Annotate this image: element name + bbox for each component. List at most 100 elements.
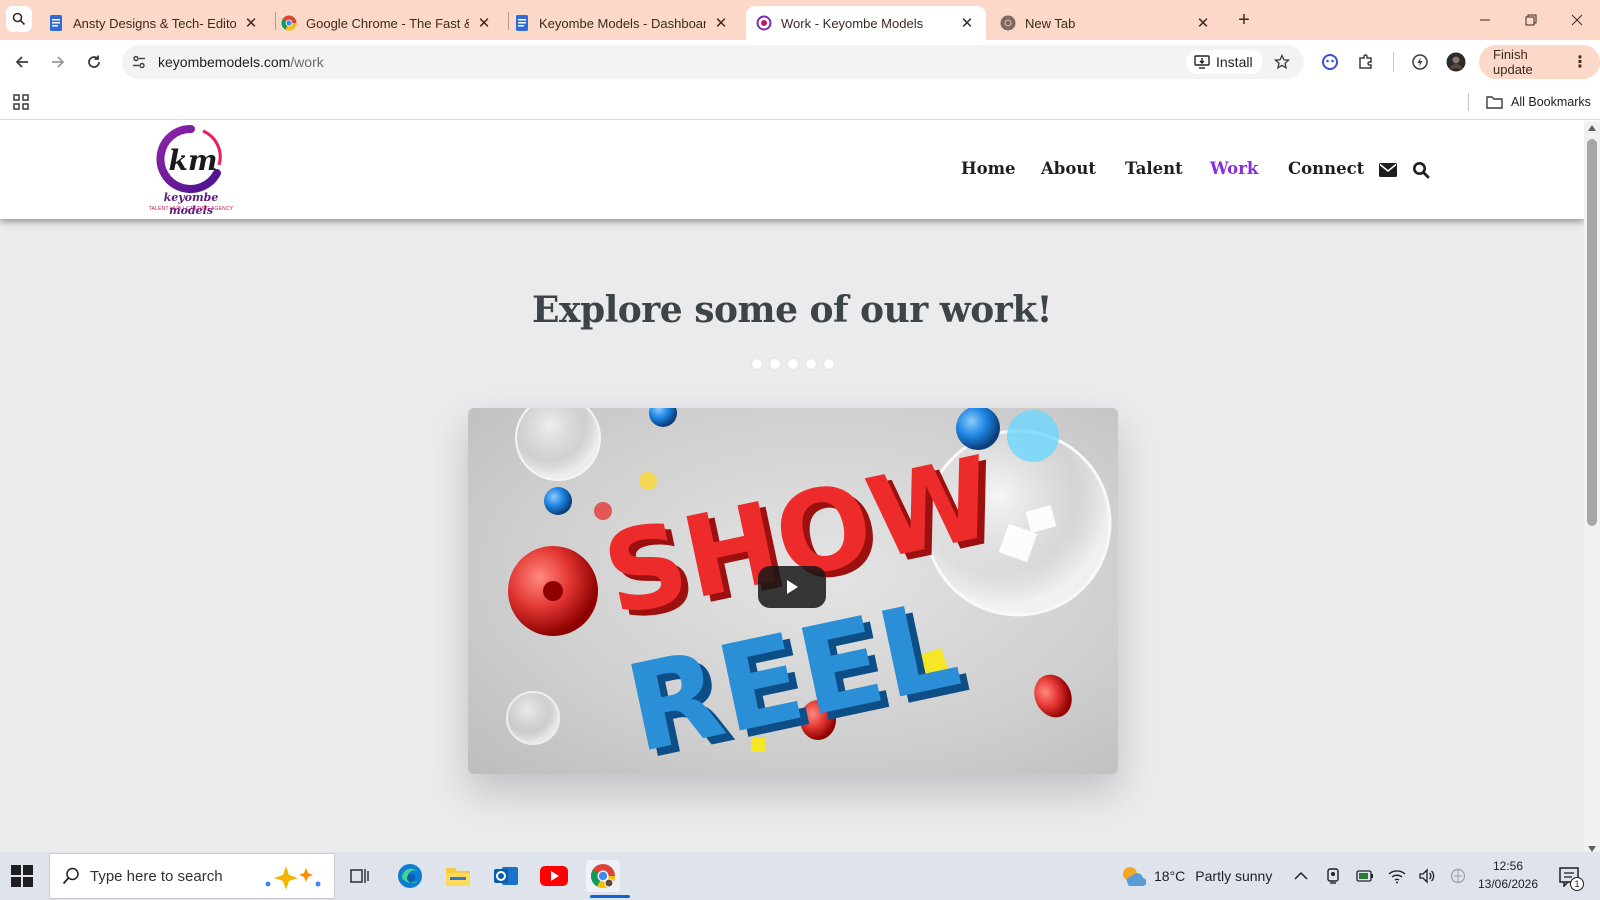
doc-icon	[48, 15, 64, 31]
play-button[interactable]	[758, 566, 826, 608]
wifi-icon[interactable]	[1388, 867, 1406, 885]
bookmark-star-icon[interactable]	[1272, 52, 1292, 72]
bookmarks-bar: All Bookmarks	[0, 84, 1600, 120]
language-icon[interactable]	[1449, 867, 1467, 885]
envelope-icon[interactable]	[1379, 161, 1397, 179]
extensions-puzzle-icon[interactable]	[1354, 50, 1378, 74]
close-window-button[interactable]	[1554, 0, 1600, 40]
tab-title: New Tab	[1025, 15, 1076, 31]
meet-now-icon[interactable]	[1324, 867, 1342, 885]
reload-icon	[88, 55, 100, 68]
apps-grid-icon[interactable]	[12, 93, 30, 111]
extension-face-icon[interactable]	[1318, 50, 1342, 74]
page-scrollbar[interactable]	[1584, 121, 1600, 852]
nav-link-work[interactable]: Work	[1210, 159, 1258, 178]
folder-icon	[1486, 95, 1503, 109]
outlook-icon[interactable]	[489, 860, 523, 892]
browser-toolbar: keyombemodels.com/work Install Finish up…	[0, 40, 1600, 84]
windows-taskbar: Type here to search 18°C Partly sunny 12…	[0, 852, 1600, 900]
minimize-button[interactable]	[1462, 0, 1508, 40]
close-icon[interactable]: ✕	[475, 14, 493, 32]
carousel-dot[interactable]	[752, 359, 762, 369]
nav-link-home[interactable]: Home	[961, 159, 1016, 178]
tab-search-button[interactable]	[6, 6, 32, 32]
forward-button[interactable]	[44, 48, 72, 76]
install-label: Install	[1216, 54, 1253, 70]
task-view-icon[interactable]	[343, 860, 377, 892]
carousel-dot[interactable]	[806, 359, 816, 369]
site-info-icon[interactable]	[130, 53, 148, 71]
weather-temperature: 18°C	[1154, 868, 1186, 884]
close-icon	[1571, 14, 1583, 26]
close-icon[interactable]: ✕	[712, 14, 730, 32]
file-explorer-icon[interactable]	[441, 860, 475, 892]
chrome-icon	[281, 15, 297, 31]
partly-sunny-icon	[1120, 864, 1146, 888]
nav-link-connect[interactable]: Connect	[1288, 159, 1364, 178]
carousel-dot[interactable]	[770, 359, 780, 369]
close-icon[interactable]: ✕	[242, 14, 260, 32]
performance-icon[interactable]	[1408, 50, 1432, 74]
nav-link-about[interactable]: About	[1041, 159, 1096, 178]
youtube-icon[interactable]	[537, 860, 571, 892]
tab-title: Google Chrome - The Fast & Se	[306, 15, 469, 31]
tab-title: Ansty Designs & Tech- Editor -	[73, 15, 236, 31]
finish-update-label: Finish update	[1493, 47, 1533, 77]
reload-button[interactable]	[80, 48, 108, 76]
restore-icon	[1525, 14, 1537, 26]
install-icon	[1194, 55, 1210, 69]
search-icon	[62, 867, 80, 885]
tab-title: Keyombe Models - Dashboard	[539, 15, 706, 31]
nav-link-talent[interactable]: Talent	[1125, 159, 1183, 178]
windows-start-icon[interactable]	[10, 864, 34, 888]
close-icon[interactable]: ✕	[958, 14, 976, 32]
doc-icon	[514, 15, 530, 31]
logo-text: keyombe models	[163, 191, 219, 217]
web-page: km keyombe models TALENT HUB | CASTING A…	[0, 121, 1584, 852]
site-logo[interactable]: km keyombe models TALENT HUB | CASTING A…	[143, 124, 239, 217]
close-icon[interactable]: ✕	[1194, 14, 1212, 32]
search-icon[interactable]	[1412, 161, 1430, 179]
tab-title: Work - Keyombe Models	[781, 15, 924, 31]
restore-button[interactable]	[1508, 0, 1554, 40]
browser-tab[interactable]: Ansty Designs & Tech- Editor - ✕	[38, 6, 270, 40]
sparkle-icon	[262, 864, 324, 895]
scroll-up-arrow-icon[interactable]	[1588, 125, 1596, 131]
taskbar-search-box[interactable]: Type here to search	[49, 853, 335, 899]
showreel-video[interactable]: SHOW SHOW REEL REEL	[468, 408, 1118, 774]
back-button[interactable]	[8, 48, 36, 76]
carousel-dots	[752, 359, 834, 369]
chrome-taskbar-icon[interactable]	[586, 860, 630, 898]
site-logo-icon	[756, 15, 772, 31]
address-bar[interactable]: keyombemodels.com/work Install	[122, 45, 1304, 79]
system-clock[interactable]: 12:56 13/06/2026	[1468, 857, 1548, 893]
browser-tab-active[interactable]: Work - Keyombe Models ✕	[746, 6, 986, 40]
weather-widget[interactable]: 18°C Partly sunny	[1120, 863, 1272, 889]
browser-tab[interactable]: New Tab ✕	[990, 6, 1222, 40]
play-icon	[787, 580, 798, 594]
profile-avatar-icon[interactable]	[1444, 50, 1468, 74]
browser-tab[interactable]: Keyombe Models - Dashboard ✕	[504, 6, 740, 40]
back-arrow-icon	[15, 56, 28, 68]
chevron-up-icon[interactable]	[1292, 867, 1310, 885]
more-vert-icon: ⋮	[1572, 54, 1588, 71]
forward-arrow-icon	[52, 56, 65, 68]
install-app-button[interactable]: Install	[1186, 50, 1263, 74]
finish-update-button[interactable]: Finish update ⋮	[1479, 45, 1600, 79]
new-tab-button[interactable]: +	[1232, 8, 1256, 32]
battery-icon[interactable]	[1356, 867, 1374, 885]
bookmarks-divider	[1468, 93, 1469, 111]
all-bookmarks-button[interactable]: All Bookmarks	[1486, 92, 1591, 112]
edge-browser-icon[interactable]	[393, 860, 427, 892]
carousel-dot[interactable]	[788, 359, 798, 369]
url-text: keyombemodels.com/work	[158, 54, 324, 70]
site-header: km keyombe models TALENT HUB | CASTING A…	[0, 121, 1584, 219]
volume-icon[interactable]	[1418, 867, 1436, 885]
clock-date: 13/06/2026	[1477, 877, 1539, 891]
browser-tab[interactable]: Google Chrome - The Fast & Se ✕	[271, 6, 503, 40]
logo-subtext: TALENT HUB | CASTING AGENCY	[148, 206, 234, 212]
weather-condition: Partly sunny	[1195, 868, 1273, 884]
carousel-dot[interactable]	[824, 359, 834, 369]
clock-time: 12:56	[1492, 859, 1524, 873]
scrollbar-thumb[interactable]	[1587, 139, 1597, 526]
